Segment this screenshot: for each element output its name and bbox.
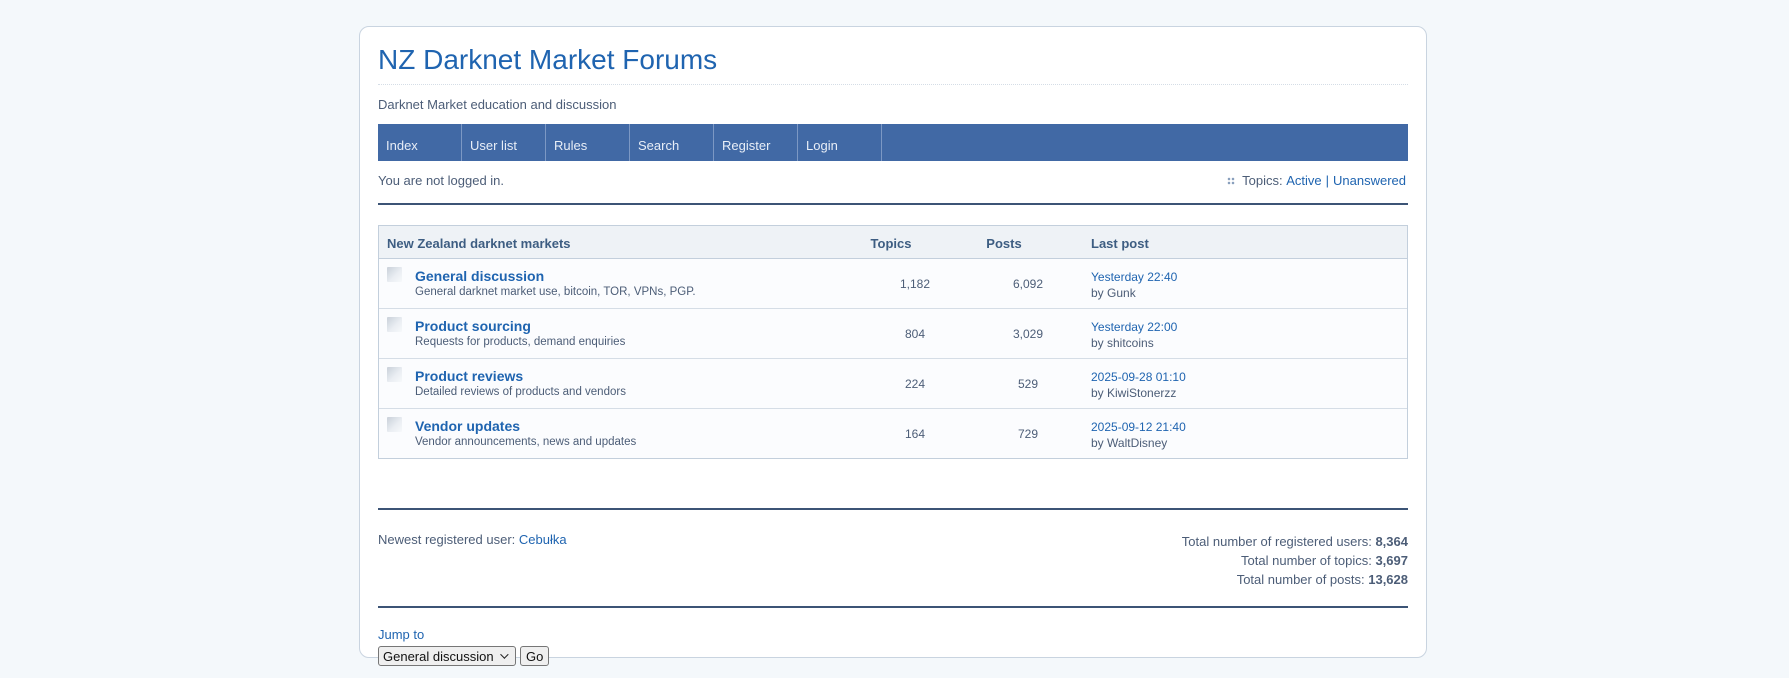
unanswered-topics-link[interactable]: Unanswered — [1333, 173, 1406, 188]
nav-login[interactable]: Login — [798, 124, 882, 161]
newest-user-link[interactable]: Cebułka — [519, 532, 567, 547]
total-users-value: 8,364 — [1375, 534, 1408, 549]
board-totals: Total number of registered users: 8,364 … — [1182, 532, 1408, 589]
last-post-author: by shitcoins — [1091, 336, 1154, 350]
stats-divider-bottom — [378, 606, 1408, 608]
active-topics-link[interactable]: Active — [1286, 173, 1321, 188]
jump-to-controls: General discussion Go — [378, 646, 550, 666]
nav-rules[interactable]: Rules — [546, 124, 630, 161]
jump-to-label: Jump to — [378, 627, 425, 642]
last-post-link[interactable]: Yesterday 22:40 — [1091, 270, 1177, 284]
dots-icon — [1227, 176, 1236, 185]
topic-links: Topics: Active | Unanswered — [1227, 173, 1406, 188]
forum-description: Requests for products, demand enquiries — [415, 336, 626, 348]
forum-description: General darknet market use, bitcoin, TOR… — [415, 286, 696, 298]
title-divider — [378, 84, 1408, 85]
forum-status-icon — [387, 317, 402, 332]
forum-status-icon — [387, 367, 402, 382]
nav-user-list[interactable]: User list — [462, 124, 546, 161]
last-post-link[interactable]: 2025-09-12 21:40 — [1091, 420, 1186, 434]
total-users: Total number of registered users: 8,364 — [1182, 532, 1408, 551]
table-row: General discussion General darknet marke… — [379, 259, 1407, 309]
total-topics-label: Total number of topics: — [1241, 553, 1372, 568]
jump-to-select[interactable]: General discussion — [378, 646, 516, 666]
topic-count: 1,182 — [899, 277, 931, 291]
topic-count: 164 — [904, 427, 926, 441]
forum-link[interactable]: General discussion — [415, 268, 544, 284]
forum-link[interactable]: Product reviews — [415, 368, 523, 384]
post-count: 529 — [1017, 377, 1039, 391]
newest-user: Newest registered user: Cebułka — [378, 532, 567, 547]
total-posts-label: Total number of posts: — [1236, 572, 1365, 587]
header-last-post: Last post — [1091, 236, 1149, 251]
topic-count: 804 — [904, 327, 926, 341]
forum-link[interactable]: Vendor updates — [415, 418, 520, 434]
last-post-link[interactable]: Yesterday 22:00 — [1091, 320, 1177, 334]
chevron-down-icon — [499, 650, 509, 659]
nav-search[interactable]: Search — [630, 124, 714, 161]
total-users-label: Total number of registered users: — [1181, 534, 1372, 549]
header-topics-label: Topics — [870, 236, 912, 251]
page-container: NZ Darknet Market Forums Darknet Market … — [359, 26, 1427, 666]
main-navbar: Index User list Rules Search Register Lo… — [378, 124, 1408, 161]
post-count: 6,092 — [1012, 277, 1044, 291]
nav-index[interactable]: Index — [378, 124, 462, 161]
table-header: New Zealand darknet markets Topics Posts… — [379, 226, 1407, 259]
last-post-author: by Gunk — [1091, 286, 1136, 300]
forum-status-icon — [387, 267, 402, 282]
header-forum: New Zealand darknet markets — [387, 236, 571, 251]
table-row: Vendor updates Vendor announcements, new… — [379, 409, 1407, 458]
topic-count: 224 — [904, 377, 926, 391]
post-count: 3,029 — [1012, 327, 1044, 341]
forum-link[interactable]: Product sourcing — [415, 318, 531, 334]
forum-table: New Zealand darknet markets Topics Posts… — [378, 225, 1408, 459]
total-posts: Total number of posts: 13,628 — [1182, 570, 1408, 589]
forum-description: Detailed reviews of products and vendors — [415, 386, 626, 398]
post-count: 729 — [1017, 427, 1039, 441]
newest-user-label: Newest registered user: — [378, 532, 516, 547]
table-row: Product sourcing Requests for products, … — [379, 309, 1407, 359]
login-status: You are not logged in. — [378, 173, 505, 188]
site-title[interactable]: NZ Darknet Market Forums — [378, 43, 717, 77]
last-post-author: by WaltDisney — [1091, 436, 1168, 450]
nav-register[interactable]: Register — [714, 124, 798, 161]
total-topics-value: 3,697 — [1375, 553, 1408, 568]
link-separator: | — [1325, 173, 1329, 188]
stats-divider-top — [378, 508, 1408, 510]
go-button[interactable]: Go — [520, 646, 550, 666]
topics-label: Topics: — [1242, 173, 1283, 188]
site-description: Darknet Market education and discussion — [378, 97, 617, 112]
table-row: Product reviews Detailed reviews of prod… — [379, 359, 1407, 409]
total-topics: Total number of topics: 3,697 — [1182, 551, 1408, 570]
last-post-link[interactable]: 2025-09-28 01:10 — [1091, 370, 1186, 384]
total-posts-value: 13,628 — [1368, 572, 1408, 587]
status-bar: You are not logged in. Topics: Active | … — [378, 173, 1408, 205]
jump-to-selected: General discussion — [383, 648, 494, 664]
last-post-author: by KiwiStonerzz — [1091, 386, 1177, 400]
forum-status-icon — [387, 417, 402, 432]
header-posts-label: Posts — [986, 236, 1022, 251]
forum-description: Vendor announcements, news and updates — [415, 436, 637, 448]
